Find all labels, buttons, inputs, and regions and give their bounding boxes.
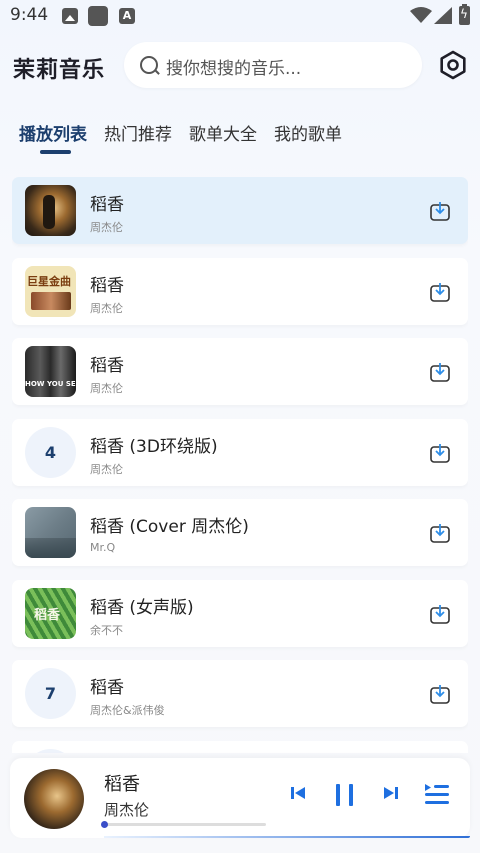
song-title: 稻香 (Cover 周杰伦) xyxy=(90,517,249,537)
prev-icon[interactable] xyxy=(290,785,306,801)
song-list[interactable]: 稻香 周杰伦 巨星金曲 稻香 周杰伦 HOW YOU SEE ME 稻香 周杰伦… xyxy=(12,177,468,753)
song-item[interactable]: 稻香 稻香 (女声版) 余不不 xyxy=(12,580,468,647)
progress-thumb[interactable] xyxy=(101,821,108,828)
status-time: 9:44 xyxy=(10,5,49,25)
song-artist: 余不不 xyxy=(90,624,123,637)
song-title: 稻香 (女声版) xyxy=(90,598,194,618)
signal-icon xyxy=(434,7,452,24)
album-cover xyxy=(25,185,76,236)
song-artist: 周杰伦 xyxy=(90,221,123,234)
search-placeholder: 搜你想搜的音乐... xyxy=(166,59,302,79)
player-title: 稻香 xyxy=(104,774,140,795)
download-icon[interactable] xyxy=(430,523,450,543)
player-accent-line xyxy=(104,836,470,838)
download-icon[interactable] xyxy=(430,684,450,704)
download-icon[interactable] xyxy=(430,604,450,624)
progress-bar[interactable] xyxy=(101,821,266,828)
album-cover xyxy=(25,507,76,558)
tab-playlist[interactable]: 播放列表 xyxy=(19,120,87,145)
gallery-icon xyxy=(62,8,78,24)
notification-icon xyxy=(88,6,108,26)
album-cover: 巨星金曲 xyxy=(25,266,76,317)
pause-icon[interactable] xyxy=(334,783,356,807)
mini-player[interactable]: 稻香 周杰伦 xyxy=(10,758,470,838)
album-cover: HOW YOU SEE ME xyxy=(25,346,76,397)
song-index: 7 xyxy=(25,668,76,719)
song-index xyxy=(25,749,76,753)
album-cover: 稻香 xyxy=(25,588,76,639)
song-title: 稻香 xyxy=(90,356,124,376)
cover-art xyxy=(31,292,71,310)
song-title: 稻香 (3D环绕版) xyxy=(90,437,218,457)
tab-indicator xyxy=(40,150,71,154)
tab-playlists-all[interactable]: 歌单大全 xyxy=(189,120,257,145)
app-header: 茉莉音乐 搜你想搜的音乐... xyxy=(0,40,480,92)
song-artist: 周杰伦 xyxy=(90,463,123,476)
song-item[interactable]: 稻香 (Cover 周杰伦) Mr.Q xyxy=(12,499,468,566)
status-bar: 9:44 A xyxy=(0,0,480,32)
song-artist: 周杰伦 xyxy=(90,382,123,395)
settings-icon[interactable] xyxy=(438,50,468,80)
search-input[interactable]: 搜你想搜的音乐... xyxy=(124,42,422,88)
song-index: 4 xyxy=(25,427,76,478)
cover-label: HOW YOU SEE ME xyxy=(25,380,76,388)
download-icon[interactable] xyxy=(430,201,450,221)
download-icon[interactable] xyxy=(430,362,450,382)
song-item[interactable] xyxy=(12,741,468,753)
song-artist: 周杰伦&派伟俊 xyxy=(90,704,165,717)
battery-icon xyxy=(459,4,470,25)
cover-label: 稻香 xyxy=(34,608,61,623)
song-artist: 周杰伦 xyxy=(90,302,123,315)
song-title: 稻香 xyxy=(90,678,124,698)
player-artist: 周杰伦 xyxy=(104,801,150,819)
playlist-icon[interactable] xyxy=(424,782,450,808)
song-item[interactable]: HOW YOU SEE ME 稻香 周杰伦 xyxy=(12,338,468,405)
song-item[interactable]: 4 稻香 (3D环绕版) 周杰伦 xyxy=(12,419,468,486)
player-album-cover[interactable] xyxy=(24,769,84,829)
tab-my-playlists[interactable]: 我的歌单 xyxy=(274,120,342,145)
cover-label: 巨星金曲 xyxy=(27,275,71,288)
wifi-icon xyxy=(410,7,432,23)
tab-hot[interactable]: 热门推荐 xyxy=(104,120,172,145)
song-item[interactable]: 稻香 周杰伦 xyxy=(12,177,468,244)
song-title: 稻香 xyxy=(90,195,124,215)
search-icon xyxy=(140,56,158,74)
a-icon: A xyxy=(119,8,135,24)
download-icon[interactable] xyxy=(430,282,450,302)
next-icon[interactable] xyxy=(383,785,399,801)
song-item[interactable]: 巨星金曲 稻香 周杰伦 xyxy=(12,258,468,325)
download-icon[interactable] xyxy=(430,443,450,463)
app-title: 茉莉音乐 xyxy=(13,58,106,83)
song-item[interactable]: 7 稻香 周杰伦&派伟俊 xyxy=(12,660,468,727)
song-artist: Mr.Q xyxy=(90,541,116,554)
song-title: 稻香 xyxy=(90,276,124,296)
